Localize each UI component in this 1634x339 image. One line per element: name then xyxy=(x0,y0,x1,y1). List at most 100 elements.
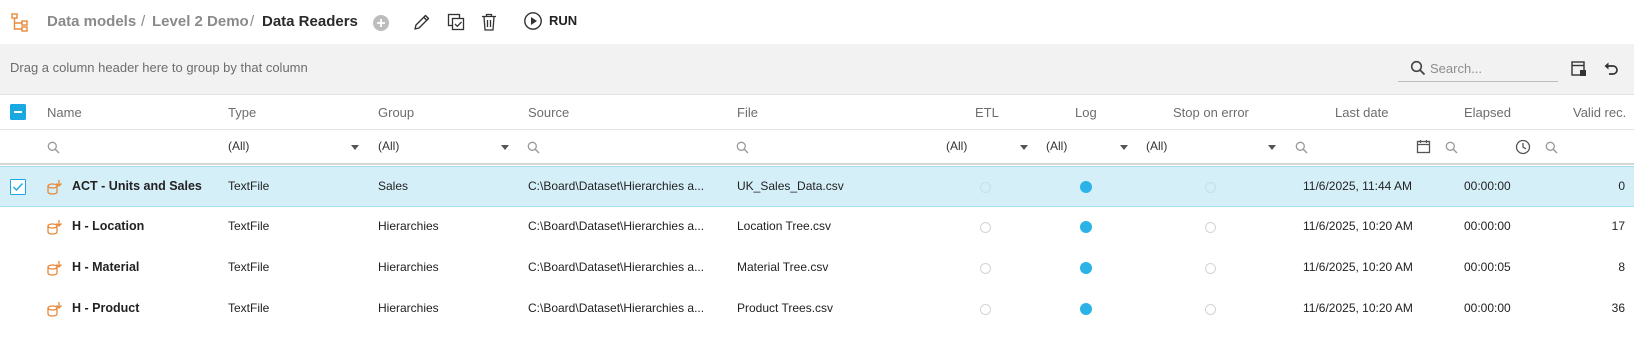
data-reader-icon xyxy=(46,259,64,277)
row-checkbox[interactable] xyxy=(10,179,26,195)
etl-indicator xyxy=(980,222,991,233)
stop-on-error-indicator xyxy=(1205,222,1216,233)
etl-indicator xyxy=(980,182,991,193)
breadcrumb-level-2-demo[interactable]: Level 2 Demo xyxy=(152,12,249,32)
cell-elapsed: 00:00:00 xyxy=(1464,301,1511,315)
cell-valid-rec: 17 xyxy=(1611,219,1625,233)
column-header-etl[interactable]: ETL xyxy=(975,105,999,120)
cell-group: Hierarchies xyxy=(378,219,439,233)
grid-header: Name Type Group Source File ETL Log Stop… xyxy=(0,94,1634,130)
table-row[interactable]: H - Material TextFile Hierarchies C:\Board\… xyxy=(0,248,1634,289)
log-indicator xyxy=(1080,221,1092,233)
data-reader-icon xyxy=(46,300,64,318)
cell-type: TextFile xyxy=(228,301,270,315)
search-icon xyxy=(1410,60,1426,76)
trash-icon[interactable] xyxy=(480,12,498,32)
search-icon[interactable] xyxy=(736,141,749,157)
breadcrumb-separator: / xyxy=(250,13,255,30)
pencil-icon[interactable] xyxy=(412,12,432,32)
cell-type: TextFile xyxy=(228,219,270,233)
cell-source: C:\Board\Dataset\Hierarchies a... xyxy=(528,179,705,193)
column-header-type[interactable]: Type xyxy=(228,105,256,120)
filter-stop-on-error[interactable]: (All) xyxy=(1146,139,1167,153)
column-header-elapsed[interactable]: Elapsed xyxy=(1464,105,1511,120)
column-header-valid-rec[interactable]: Valid rec. xyxy=(1573,105,1626,120)
search-icon[interactable] xyxy=(1445,141,1458,157)
table-row[interactable]: H - Location TextFile Hierarchies C:\Board\… xyxy=(0,207,1634,248)
chevron-down-icon[interactable] xyxy=(351,145,359,150)
cell-source: C:\Board\Dataset\Hierarchies a... xyxy=(528,301,705,315)
page-title: Data Readers xyxy=(262,13,358,30)
cell-valid-rec: 8 xyxy=(1618,260,1625,274)
cell-group: Hierarchies xyxy=(378,301,439,315)
cell-last-date: 11/6/2025, 10:20 AM xyxy=(1303,260,1413,274)
breadcrumb-separator: / xyxy=(141,13,146,30)
log-indicator xyxy=(1080,303,1092,315)
filter-type[interactable]: (All) xyxy=(228,139,249,153)
chevron-down-icon[interactable] xyxy=(1268,145,1276,150)
cell-file: Material Tree.csv xyxy=(737,260,829,274)
group-by-hint: Drag a column header here to group by th… xyxy=(10,60,308,75)
filter-row: (All) (All) (All) (All) (All) xyxy=(0,130,1634,165)
cell-valid-rec: 0 xyxy=(1618,179,1625,193)
cell-group: Hierarchies xyxy=(378,260,439,274)
hierarchy-icon xyxy=(11,12,29,32)
search-icon[interactable] xyxy=(1295,141,1308,157)
column-header-file[interactable]: File xyxy=(737,105,758,120)
search-icon[interactable] xyxy=(1545,141,1558,157)
cell-file: Product Trees.csv xyxy=(737,301,834,315)
cell-file: UK_Sales_Data.csv xyxy=(737,179,844,193)
calendar-icon[interactable] xyxy=(1416,139,1431,157)
cell-last-date: 11/6/2025, 10:20 AM xyxy=(1303,301,1413,315)
chevron-down-icon[interactable] xyxy=(501,145,509,150)
duplicate-icon[interactable] xyxy=(446,12,466,32)
cell-name[interactable]: H - Location xyxy=(72,219,144,233)
search-input[interactable] xyxy=(1430,57,1550,79)
column-header-name[interactable]: Name xyxy=(47,105,82,120)
undo-icon[interactable] xyxy=(1602,60,1620,78)
column-chooser-icon[interactable] xyxy=(1570,60,1588,78)
data-reader-icon xyxy=(46,218,64,236)
grid-search xyxy=(1398,54,1558,82)
cell-elapsed: 00:00:05 xyxy=(1464,260,1511,274)
cell-name[interactable]: H - Material xyxy=(72,260,139,274)
column-header-source[interactable]: Source xyxy=(528,105,569,120)
stop-on-error-indicator xyxy=(1205,304,1216,315)
log-indicator xyxy=(1080,262,1092,274)
cell-type: TextFile xyxy=(228,179,270,193)
stop-on-error-indicator xyxy=(1205,182,1216,193)
cell-last-date: 11/6/2025, 10:20 AM xyxy=(1303,219,1413,233)
clock-icon[interactable] xyxy=(1515,139,1531,158)
run-button[interactable]: RUN xyxy=(549,12,577,30)
cell-valid-rec: 36 xyxy=(1611,301,1625,315)
cell-name[interactable]: ACT - Units and Sales xyxy=(72,179,202,193)
filter-log[interactable]: (All) xyxy=(1046,139,1067,153)
group-panel: Drag a column header here to group by th… xyxy=(0,44,1634,94)
table-row[interactable]: ACT - Units and Sales TextFile Sales C:\Boa… xyxy=(0,166,1634,207)
column-header-last-date[interactable]: Last date xyxy=(1335,105,1389,120)
filter-etl[interactable]: (All) xyxy=(946,139,967,153)
add-circle-icon[interactable] xyxy=(372,14,390,32)
chevron-down-icon[interactable] xyxy=(1120,145,1128,150)
stop-on-error-indicator xyxy=(1205,263,1216,274)
column-header-log[interactable]: Log xyxy=(1075,105,1097,120)
log-indicator xyxy=(1080,181,1092,193)
play-circle-icon[interactable] xyxy=(523,11,543,31)
etl-indicator xyxy=(980,304,991,315)
etl-indicator xyxy=(980,263,991,274)
search-icon[interactable] xyxy=(527,141,540,157)
cell-last-date: 11/6/2025, 11:44 AM xyxy=(1303,179,1412,193)
search-icon[interactable] xyxy=(47,141,60,157)
breadcrumb-data-models[interactable]: Data models xyxy=(47,12,136,32)
cell-name[interactable]: H - Product xyxy=(72,301,139,315)
select-all-checkbox[interactable] xyxy=(10,104,26,120)
data-reader-icon xyxy=(46,178,64,196)
table-row[interactable]: H - Product TextFile Hierarchies C:\Board\D… xyxy=(0,289,1634,330)
cell-type: TextFile xyxy=(228,260,270,274)
column-header-stop-on-error[interactable]: Stop on error xyxy=(1173,105,1249,120)
chevron-down-icon[interactable] xyxy=(1020,145,1028,150)
cell-elapsed: 00:00:00 xyxy=(1464,179,1511,193)
cell-elapsed: 00:00:00 xyxy=(1464,219,1511,233)
filter-group[interactable]: (All) xyxy=(378,139,399,153)
column-header-group[interactable]: Group xyxy=(378,105,414,120)
